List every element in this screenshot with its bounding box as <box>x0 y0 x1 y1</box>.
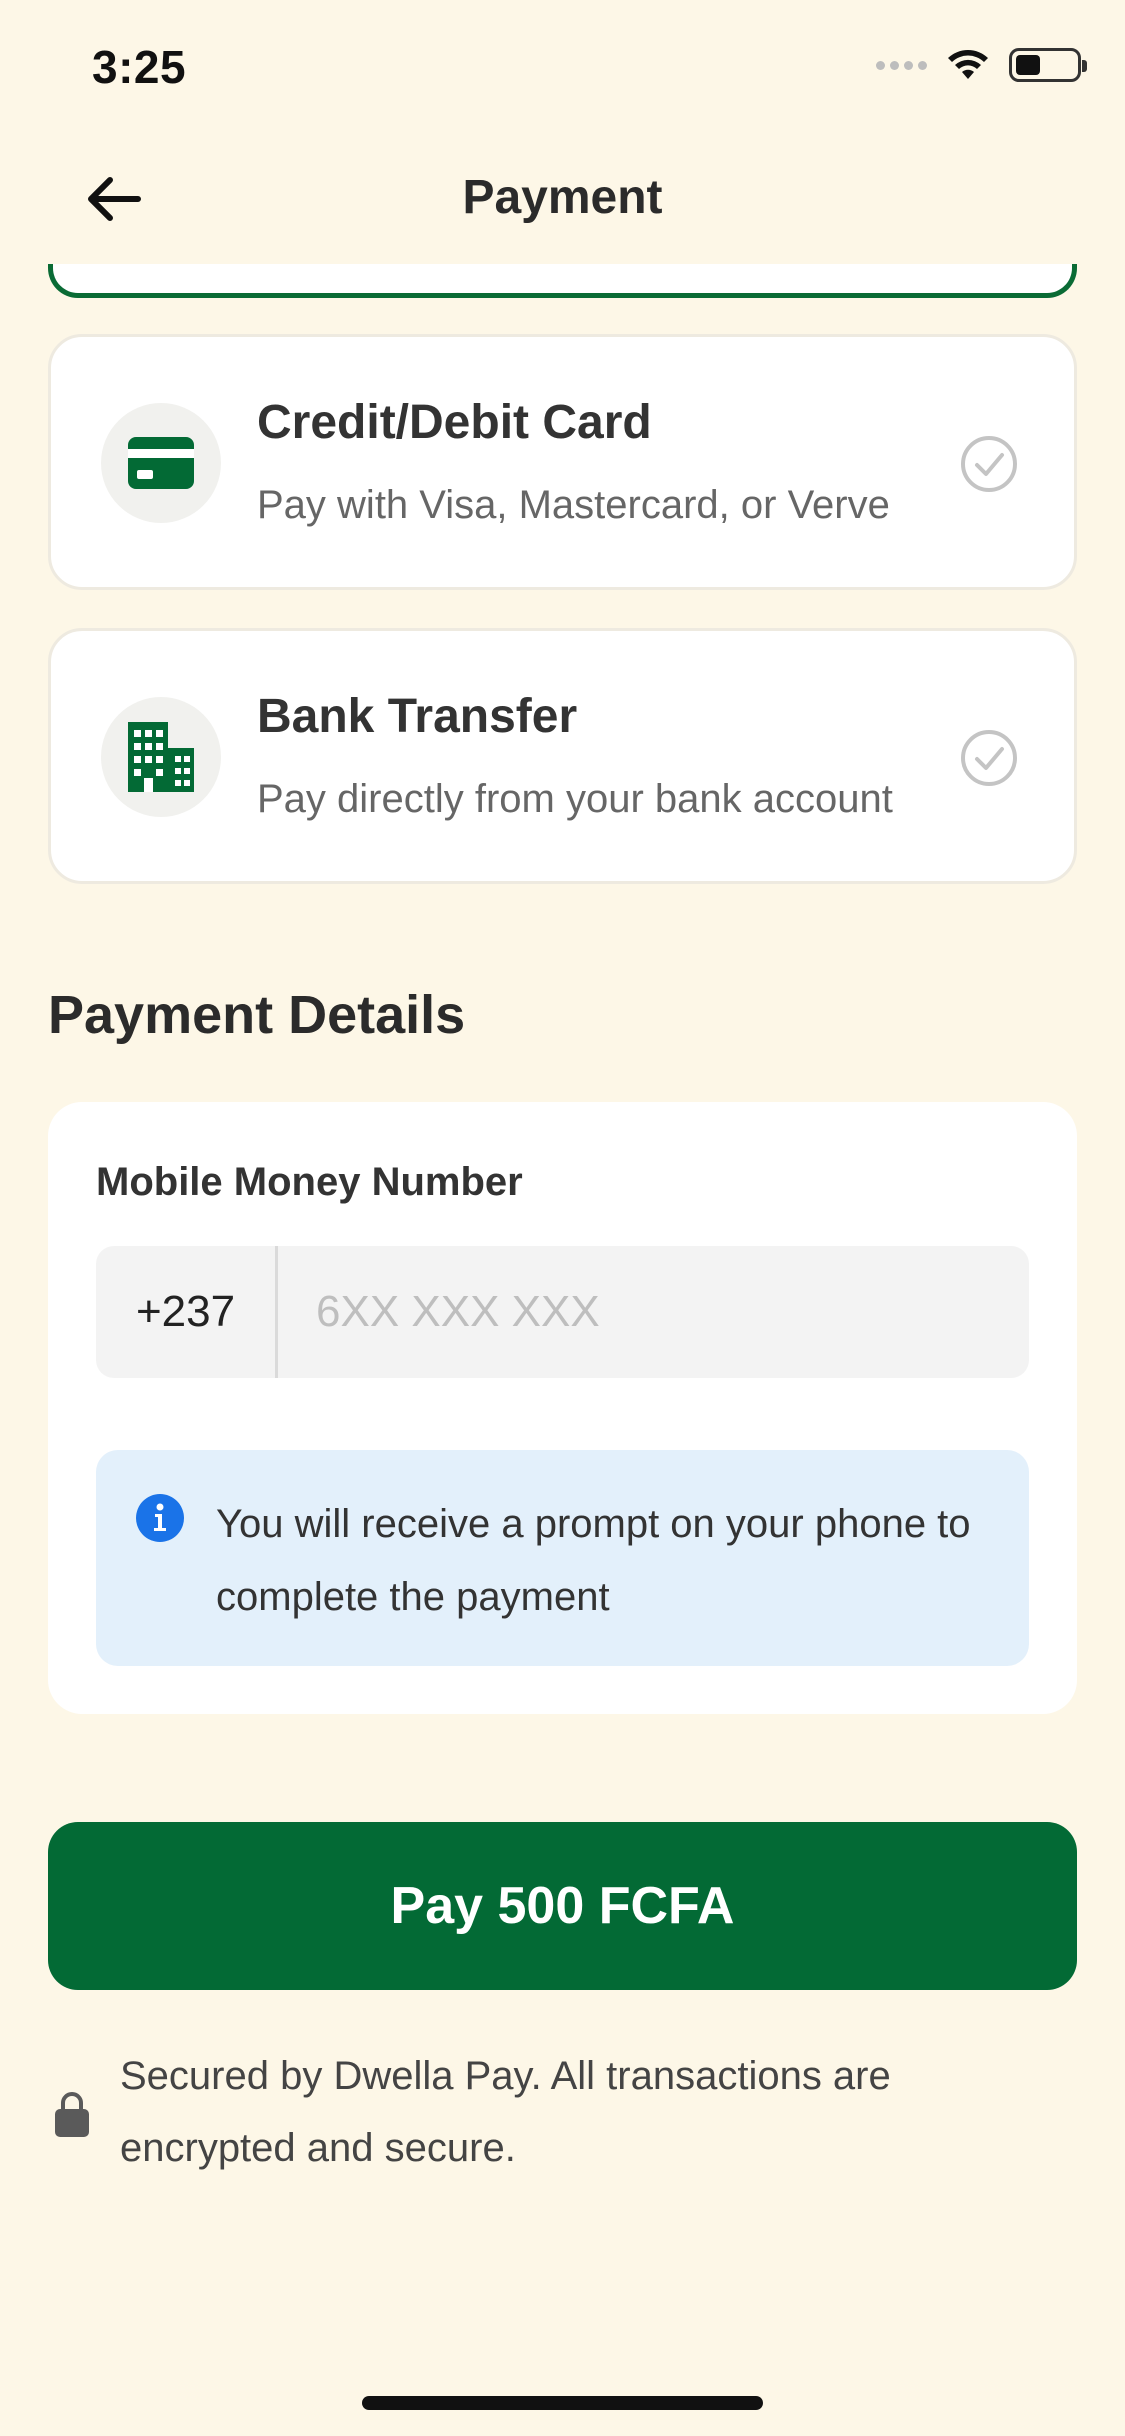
app-header: Payment <box>0 140 1125 256</box>
phone-number-input[interactable] <box>278 1246 1029 1378</box>
country-code-prefix[interactable]: +237 <box>96 1246 278 1378</box>
bank-building-icon <box>128 722 194 792</box>
payment-method-subtitle: Pay with Visa, Mastercard, or Verve <box>257 483 890 527</box>
payment-method-title: Bank Transfer <box>257 690 578 743</box>
payment-screen: 3:25 Payment Credit/Debit Card Pay with … <box>0 0 1125 2436</box>
mobile-money-label: Mobile Money Number <box>96 1160 523 1204</box>
check-circle-icon[interactable] <box>960 435 1018 493</box>
wifi-icon <box>948 50 988 79</box>
section-title-payment-details: Payment Details <box>48 985 466 1045</box>
home-indicator[interactable] <box>362 2396 763 2410</box>
battery-icon <box>1009 48 1087 82</box>
check-circle-icon[interactable] <box>960 729 1018 787</box>
payment-method-card-credit[interactable]: Credit/Debit Card Pay with Visa, Masterc… <box>48 334 1077 590</box>
info-icon <box>136 1494 184 1542</box>
status-time: 3:25 <box>92 41 187 93</box>
payment-details-panel: Mobile Money Number +237 You will receiv… <box>48 1102 1077 1714</box>
credit-card-icon-container <box>101 403 221 523</box>
payment-method-title: Credit/Debit Card <box>257 396 652 449</box>
status-indicators <box>876 48 1087 82</box>
phone-number-field: +237 <box>96 1246 1029 1378</box>
info-notice: You will receive a prompt on your phone … <box>96 1450 1029 1666</box>
credit-card-icon <box>128 437 194 489</box>
bank-icon-container <box>101 697 221 817</box>
cellular-signal-icon <box>876 60 927 70</box>
security-note-text: Secured by Dwella Pay. All transactions … <box>120 2054 891 2170</box>
info-text: You will receive a prompt on your phone … <box>216 1502 971 1619</box>
pay-button[interactable]: Pay 500 FCFA <box>48 1822 1077 1990</box>
payment-method-subtitle: Pay directly from your bank account <box>257 777 893 821</box>
page-title: Payment <box>462 171 663 224</box>
lock-icon <box>55 2092 89 2137</box>
payment-method-card-bank[interactable]: Bank Transfer Pay directly from your ban… <box>48 628 1077 884</box>
